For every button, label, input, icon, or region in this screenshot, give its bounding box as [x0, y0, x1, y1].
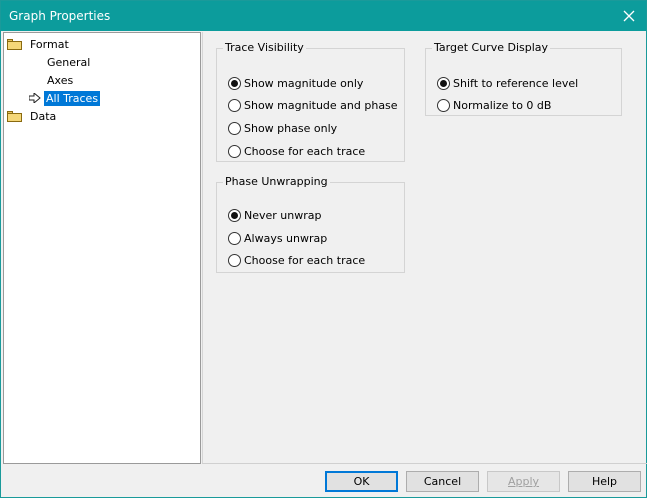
group-legend: Target Curve Display [434, 41, 549, 54]
tree-item-all-traces[interactable]: All Traces [29, 90, 101, 106]
arrow-right-icon [29, 93, 41, 103]
divider [202, 32, 203, 464]
tree-item-axes[interactable]: Axes [45, 72, 75, 88]
tree-item-label: General [47, 55, 91, 69]
tree-item-general[interactable]: General [45, 54, 92, 70]
radio-choose-for-each-trace-phase[interactable]: Choose for each trace [228, 253, 365, 268]
open-folder-icon [7, 38, 22, 50]
tree-item-label: Axes [47, 73, 74, 87]
radio-never-unwrap[interactable]: Never unwrap [228, 208, 321, 223]
radio-unchecked-icon [228, 122, 241, 135]
radio-show-magnitude-only[interactable]: Show magnitude only [228, 76, 363, 91]
radio-checked-icon [437, 77, 450, 90]
phase-unwrapping-group: Phase Unwrapping Never unwrap Always unw… [216, 176, 405, 273]
radio-always-unwrap[interactable]: Always unwrap [228, 231, 327, 246]
apply-button[interactable]: Apply [487, 471, 560, 492]
radio-normalize-to-0db[interactable]: Normalize to 0 dB [437, 98, 551, 113]
trace-visibility-group: Trace Visibility Show magnitude only Sho… [216, 42, 405, 162]
radio-checked-icon [228, 209, 241, 222]
radio-unchecked-icon [228, 99, 241, 112]
group-legend: Phase Unwrapping [225, 175, 328, 188]
tree-item-label: Format [30, 37, 69, 51]
radio-unchecked-icon [228, 254, 241, 267]
radio-label: Choose for each trace [244, 254, 366, 267]
folder-icon [7, 110, 22, 122]
radio-checked-icon [228, 77, 241, 90]
radio-unchecked-icon [228, 232, 241, 245]
radio-show-phase-only[interactable]: Show phase only [228, 121, 337, 136]
help-button[interactable]: Help [568, 471, 641, 492]
tree-item-label: Data [30, 109, 57, 123]
radio-choose-for-each-trace[interactable]: Choose for each trace [228, 144, 365, 159]
apply-button-label: Apply [507, 475, 540, 488]
cancel-button[interactable]: Cancel [406, 471, 479, 492]
radio-label: Show phase only [244, 122, 338, 135]
radio-unchecked-icon [437, 99, 450, 112]
tree-item-format[interactable]: Format [7, 36, 71, 52]
title-bar[interactable]: Graph Properties [1, 1, 646, 31]
group-legend: Trace Visibility [225, 41, 304, 54]
ok-button[interactable]: OK [325, 471, 398, 492]
tree-item-data[interactable]: Data [7, 108, 58, 124]
radio-show-magnitude-and-phase[interactable]: Show magnitude and phase [228, 98, 398, 113]
close-icon [623, 10, 635, 22]
radio-label: Show magnitude and phase [244, 99, 398, 112]
target-curve-display-group: Target Curve Display Shift to reference … [425, 42, 622, 116]
category-tree[interactable]: Format General Axes All Traces Data [3, 32, 201, 464]
radio-label: Choose for each trace [244, 145, 366, 158]
radio-label: Show magnitude only [244, 77, 364, 90]
radio-label: Never unwrap [244, 209, 322, 222]
radio-label: Normalize to 0 dB [453, 99, 552, 112]
radio-shift-to-reference-level[interactable]: Shift to reference level [437, 76, 578, 91]
radio-unchecked-icon [228, 145, 241, 158]
graph-properties-dialog: Graph Properties Format General Axes All… [0, 0, 647, 498]
radio-label: Shift to reference level [453, 77, 579, 90]
footer-divider [202, 463, 647, 464]
close-button[interactable] [612, 1, 646, 31]
tree-item-label: All Traces [44, 90, 101, 106]
radio-label: Always unwrap [244, 232, 328, 245]
window-title: Graph Properties [9, 9, 111, 23]
